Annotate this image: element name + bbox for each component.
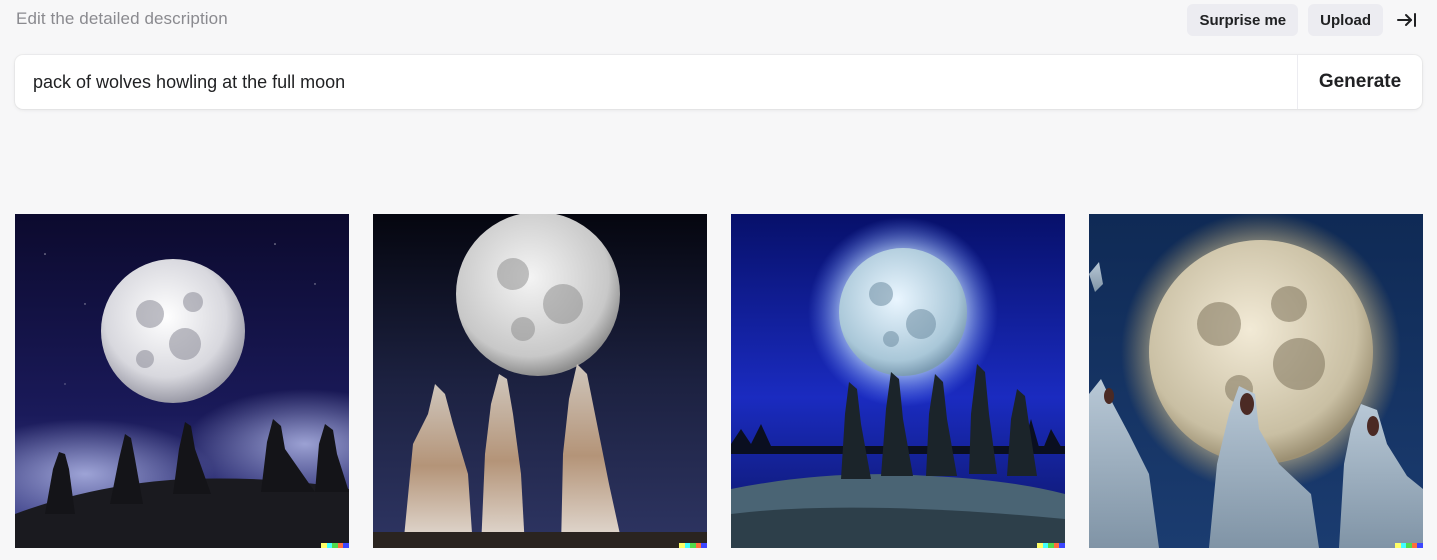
result-image[interactable] xyxy=(731,214,1065,548)
result-grid xyxy=(15,214,1423,548)
result-image[interactable] xyxy=(1089,214,1423,548)
dalle-signature-badge xyxy=(679,543,707,548)
dalle-editor: Edit the detailed description Surprise m… xyxy=(0,0,1437,560)
surprise-me-button[interactable]: Surprise me xyxy=(1187,4,1299,36)
prompt-bar: pack of wolves howling at the full moon … xyxy=(15,55,1422,109)
description-hint: Edit the detailed description xyxy=(16,9,228,28)
result-image[interactable] xyxy=(373,214,707,548)
dalle-signature-badge xyxy=(321,543,349,548)
prompt-input[interactable]: pack of wolves howling at the full moon xyxy=(15,55,1297,109)
top-actions: Surprise me Upload xyxy=(1187,4,1421,36)
result-image[interactable] xyxy=(15,214,349,548)
dalle-signature-badge xyxy=(1037,543,1065,548)
dalle-signature-badge xyxy=(1395,543,1423,548)
collapse-panel-icon[interactable] xyxy=(1393,4,1421,36)
upload-button[interactable]: Upload xyxy=(1308,4,1383,36)
generate-button[interactable]: Generate xyxy=(1297,55,1422,109)
